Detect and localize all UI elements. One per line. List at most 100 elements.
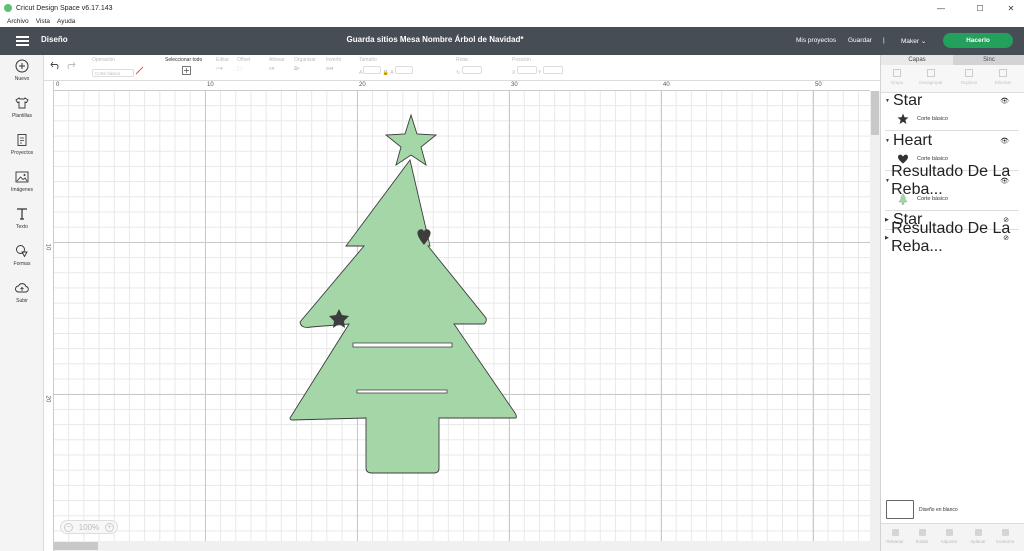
sidebar-item-images[interactable]: Imágenes [0,170,44,204]
pos-x-input[interactable] [516,66,537,74]
duplicate-label: Duplicar [960,80,978,85]
machine-select[interactable]: Maker ⌄ [901,37,926,45]
my-projects-link[interactable]: Mis proyectos [796,37,836,44]
attach-button[interactable]: Adjuntar [935,529,963,544]
sidebar-item-text[interactable]: Texto [0,207,44,241]
tree-top-star[interactable] [384,113,438,167]
sidebar-item-new[interactable]: Nuevo [0,59,44,93]
make-it-button[interactable]: Hacerlo [943,33,1013,48]
delete-button[interactable]: Eliminar [989,69,1017,85]
app-header: Diseño Guarda sitios Mesa Nombre Árbol d… [0,27,1024,55]
tab-sync[interactable]: Sinc [953,55,1024,65]
vertical-scrollbar[interactable] [870,91,880,551]
tab-layers[interactable]: Capas [881,55,953,65]
blank-canvas-swatch[interactable] [886,500,914,519]
zoom-control: − 100% + [60,520,118,534]
eye-icon[interactable]: 👁 [1000,177,1009,185]
sidebar-item-templates[interactable]: Plantillas [0,96,44,130]
vertical-scroll-thumb[interactable] [871,91,879,135]
select-all-button[interactable]: Seleccionar todo [165,57,202,77]
menu-archivo[interactable]: Archivo [7,18,29,25]
panel-tabs: Capas Sinc [881,55,1024,65]
ungroup-label: Desagrupar [919,80,943,85]
ruler-left: 10 20 [44,81,54,551]
christmas-tree-shape[interactable] [289,158,517,474]
design-canvas[interactable] [54,91,870,551]
edit-button[interactable]: Editar ✂▾ [216,57,229,72]
blank-canvas-row[interactable]: Diseño en blanco [886,500,958,519]
app-logo-icon [4,4,12,12]
undo-icon[interactable] [50,61,61,72]
operation-label: Operación [92,57,116,63]
sidebar-label: Plantillas [11,113,32,119]
duplicate-button[interactable]: Duplicar [955,69,983,85]
collapse-arrow-icon[interactable]: ▼ [885,138,893,144]
rotate-icon: ↻ [456,70,461,76]
projects-icon [17,134,27,146]
sidebar-item-projects[interactable]: Proyectos [0,133,44,167]
zoom-in-button[interactable]: + [105,522,114,532]
maximize-button[interactable]: ☐ [967,0,993,16]
size-width-input[interactable] [363,66,382,74]
close-button[interactable]: ✕ [998,0,1024,16]
flatten-button[interactable]: Aplanar [964,529,992,544]
save-link[interactable]: Guardar [848,37,872,44]
size-group: Tamaño A 🔒 A [359,57,413,76]
rotate-input[interactable] [461,66,482,74]
contour-icon [1001,529,1009,536]
attach-icon [945,529,953,536]
slice-button[interactable]: Rebanar [881,529,909,544]
operation-type: Corte básico [917,196,948,202]
sidebar-label: Imágenes [11,187,33,193]
eye-icon[interactable]: 👁 [1000,137,1009,145]
align-button[interactable]: Alinear ≡▾ [269,57,285,72]
horizontal-scroll-thumb[interactable] [54,542,98,550]
flip-label: Invertir [326,57,342,63]
document-title[interactable]: Guarda sitios Mesa Nombre Árbol de Navid… [330,35,540,44]
ungroup-button[interactable]: Desagrupar [917,69,945,85]
menu-vista[interactable]: Vista [36,18,50,25]
flip-button[interactable]: Invertir ⋈▾ [326,57,341,72]
machine-label: Maker [901,38,920,45]
offset-button[interactable]: Offset ⬚ [237,57,250,72]
sidebar-item-shapes[interactable]: Formas [0,244,44,278]
tree-icon [898,193,908,205]
organize-button[interactable]: Organizar ⧉▾ [294,57,316,72]
left-sidebar: Nuevo Plantillas Proyectos Imágenes Text… [0,55,44,551]
minimize-button[interactable]: — [928,0,954,16]
collapse-arrow-icon[interactable]: ▼ [885,98,893,104]
redo-icon[interactable] [65,61,76,72]
layer-sub-tree[interactable]: Corte básico [897,193,948,205]
ruler-top: 0 10 20 30 40 50 [54,81,870,91]
ruler-left-label: 20 [44,395,51,403]
canvas-artwork [289,113,517,474]
sidebar-label: Proyectos [10,150,34,156]
hamburger-menu-icon[interactable] [16,36,29,46]
horizontal-scrollbar[interactable] [54,541,870,551]
pos-y-input[interactable] [542,66,563,74]
pos-x-label: X [512,70,516,76]
layer-star[interactable]: ▼ Star [885,92,922,109]
weld-icon [918,529,926,536]
sidebar-item-upload[interactable]: Subir [0,281,44,315]
layer-sub-star[interactable]: Corte básico [897,113,948,125]
layer-name: Heart [893,132,933,149]
lock-icon[interactable]: 🔒 [383,70,389,76]
layer-heart[interactable]: ▼ Heart [885,132,933,149]
contour-label: Contorno [995,539,1015,544]
menu-ayuda[interactable]: Ayuda [57,18,75,25]
eye-hidden-icon[interactable]: ⊘ [1003,234,1009,242]
flip-icon: ⋈▾ [326,66,334,72]
operation-group[interactable]: Operación Corte básico [92,57,144,77]
group-button[interactable]: Grupo [883,69,911,85]
weld-button[interactable]: Soldar [908,529,936,544]
sidebar-label: Texto [16,224,28,230]
eye-icon[interactable]: 👁 [1000,97,1009,105]
panel-bottom-tools: Rebanar Soldar Adjuntar Aplanar Contorno [881,523,1024,551]
size-height-input[interactable] [394,66,413,74]
section-title: Diseño [41,35,68,44]
contour-button[interactable]: Contorno [991,529,1019,544]
ruler-top-label: 10 [207,82,214,88]
zoom-out-button[interactable]: − [64,522,73,532]
operation-select[interactable]: Corte básico [92,69,134,77]
